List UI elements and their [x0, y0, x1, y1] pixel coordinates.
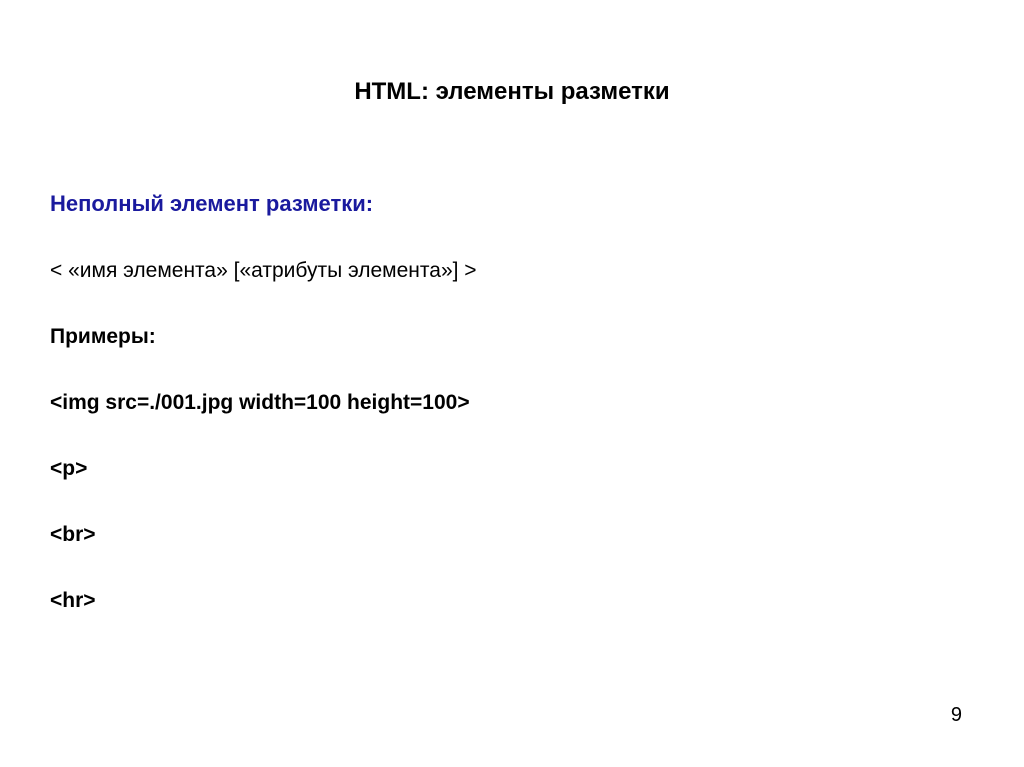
page-number: 9 — [951, 704, 962, 727]
section-subtitle: Неполный элемент разметки: — [50, 191, 974, 217]
syntax-definition: < «имя элемента» [«атрибуты элемента»] > — [50, 259, 974, 283]
examples-heading: Примеры: — [50, 325, 974, 349]
slide-title: HTML: элементы разметки — [50, 78, 974, 106]
slide-container: HTML: элементы разметки Неполный элемент… — [0, 0, 1024, 767]
example-line: <img src=./001.jpg width=100 height=100> — [50, 391, 974, 415]
example-line: <p> — [50, 457, 974, 481]
example-line: <br> — [50, 523, 974, 547]
example-line: <hr> — [50, 589, 974, 613]
